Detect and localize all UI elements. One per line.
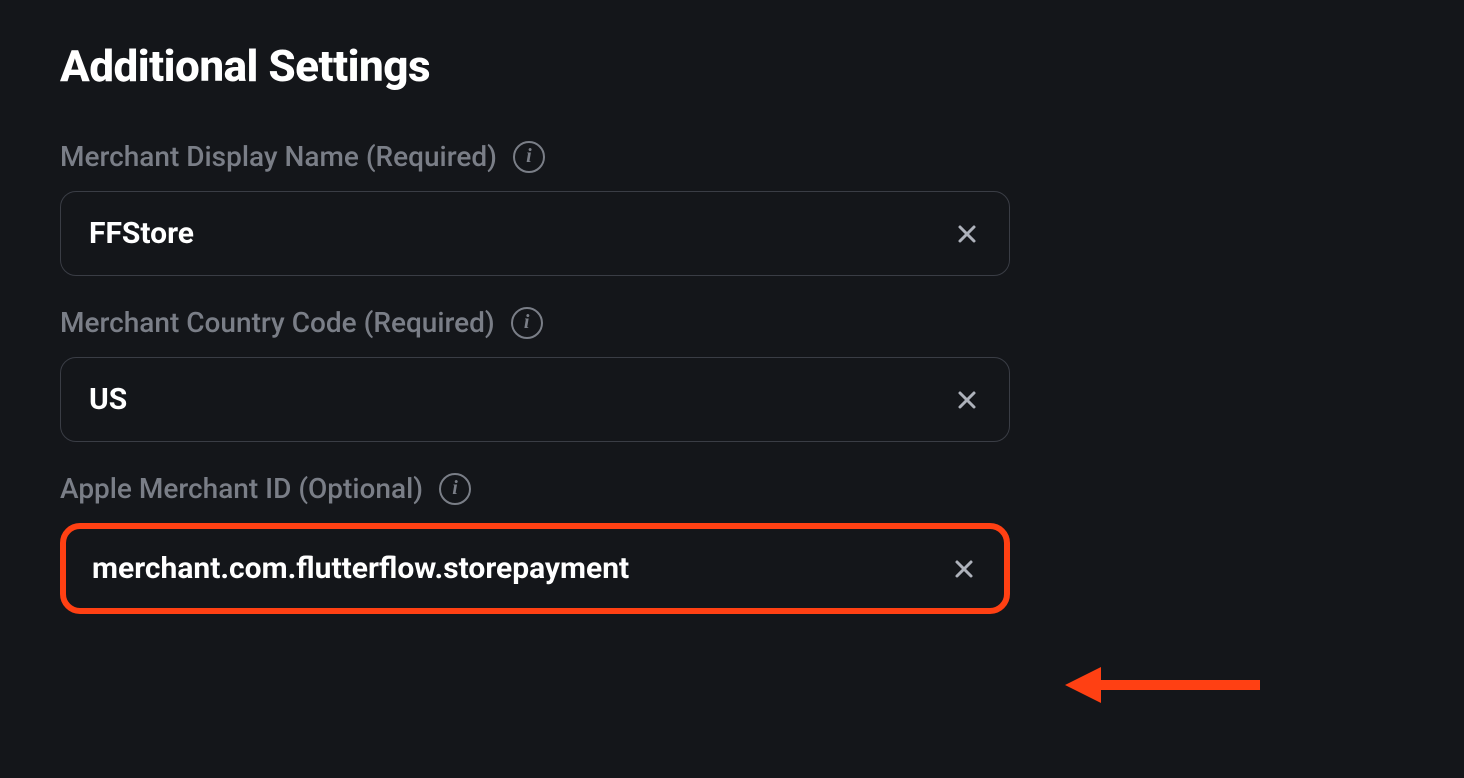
apple-merchant-id-label: Apple Merchant ID (Optional)	[60, 472, 423, 505]
field-label-row: Merchant Display Name (Required)	[60, 140, 1010, 173]
field-label-row: Apple Merchant ID (Optional)	[60, 472, 1010, 505]
page-title: Additional Settings	[60, 40, 1404, 92]
merchant-display-name-group: Merchant Display Name (Required)	[60, 140, 1010, 276]
close-icon[interactable]	[953, 386, 981, 414]
merchant-display-name-input[interactable]	[89, 216, 953, 251]
merchant-display-name-input-wrapper	[60, 191, 1010, 276]
apple-merchant-id-input-wrapper	[60, 523, 1010, 614]
merchant-country-code-label: Merchant Country Code (Required)	[60, 306, 495, 339]
apple-merchant-id-group: Apple Merchant ID (Optional)	[60, 472, 1010, 614]
merchant-country-code-group: Merchant Country Code (Required)	[60, 306, 1010, 442]
merchant-display-name-label: Merchant Display Name (Required)	[60, 140, 497, 173]
field-label-row: Merchant Country Code (Required)	[60, 306, 1010, 339]
arrow-annotation	[1065, 655, 1260, 715]
merchant-country-code-input[interactable]	[89, 382, 953, 417]
info-icon[interactable]	[439, 473, 471, 505]
close-icon[interactable]	[953, 220, 981, 248]
apple-merchant-id-input[interactable]	[92, 551, 950, 586]
info-icon[interactable]	[513, 141, 545, 173]
merchant-country-code-input-wrapper	[60, 357, 1010, 442]
info-icon[interactable]	[511, 307, 543, 339]
close-icon[interactable]	[950, 555, 978, 583]
